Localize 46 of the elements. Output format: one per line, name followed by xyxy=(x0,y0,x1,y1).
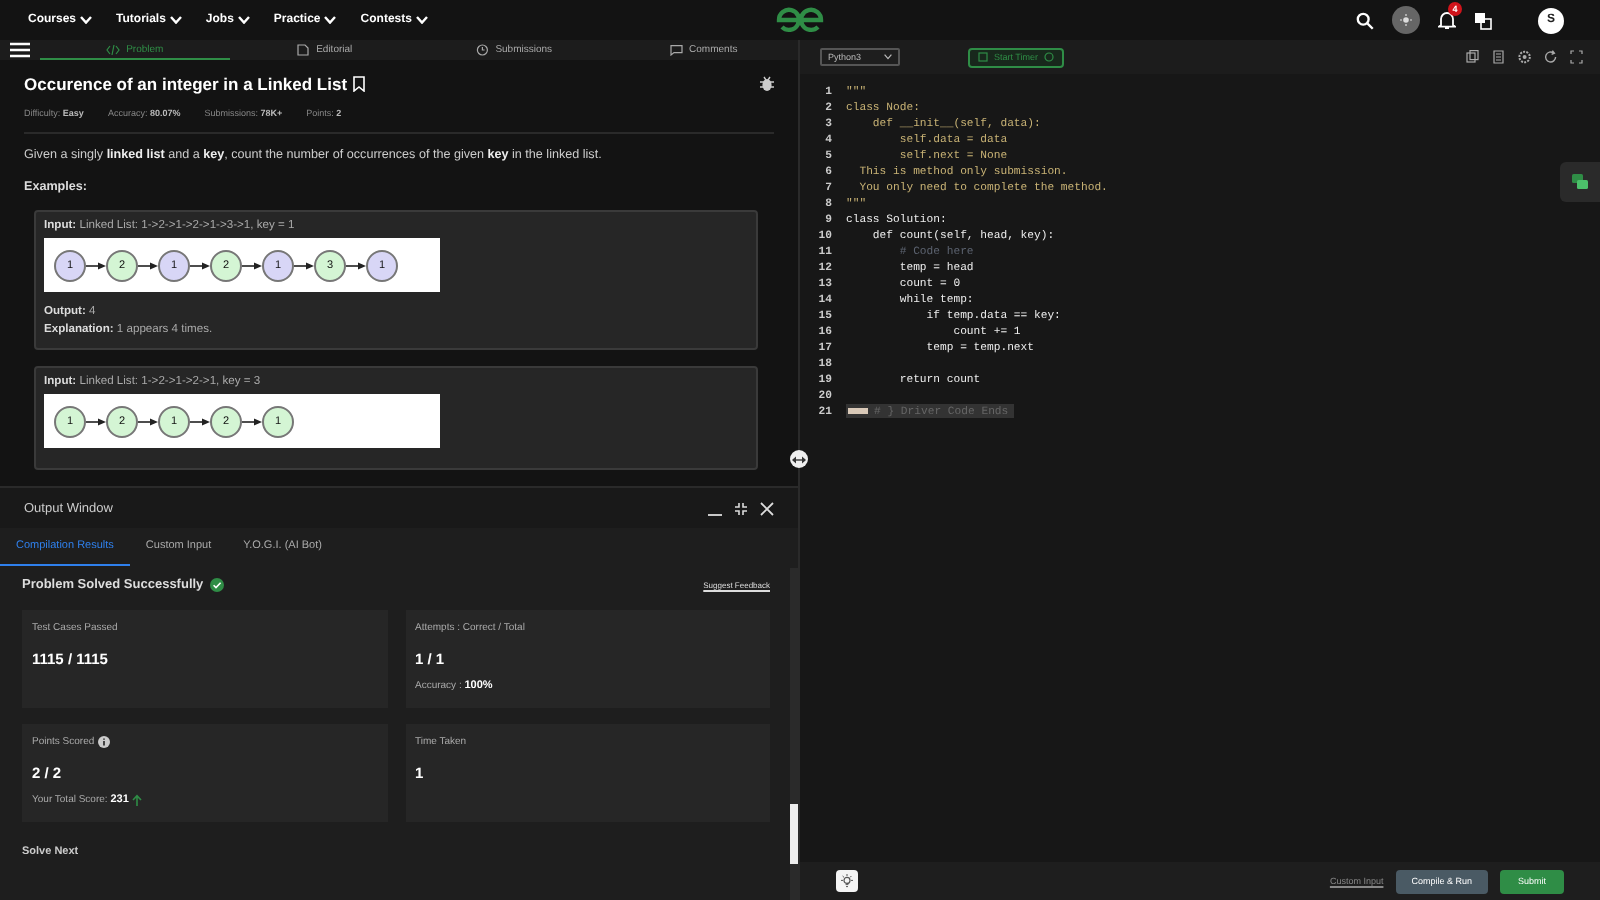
arrow-up-icon xyxy=(132,794,143,806)
arrow-icon xyxy=(242,417,262,425)
chevron-down-icon xyxy=(884,54,892,60)
arrow-icon xyxy=(294,261,314,269)
settings-icon[interactable] xyxy=(1518,50,1532,64)
clock-icon xyxy=(1044,52,1055,62)
chevron-down-icon xyxy=(415,16,428,24)
menu-icon[interactable] xyxy=(10,42,30,58)
code-icon xyxy=(106,43,121,55)
copy-icon[interactable] xyxy=(1466,50,1480,64)
close-icon[interactable] xyxy=(760,501,774,515)
refresh-icon[interactable] xyxy=(1544,50,1558,64)
chevron-down-icon xyxy=(237,16,250,24)
hint-button[interactable] xyxy=(836,870,858,892)
document-icon[interactable] xyxy=(1492,50,1506,64)
arrow-icon xyxy=(190,261,210,269)
check-circle-icon xyxy=(209,578,224,592)
arrow-icon xyxy=(346,261,366,269)
speech-bubble-icon xyxy=(669,43,684,55)
info-icon[interactable] xyxy=(98,736,111,748)
arrow-icon xyxy=(138,261,158,269)
chevron-down-icon xyxy=(80,16,93,24)
arrow-icon xyxy=(86,261,106,269)
lightbulb-icon xyxy=(840,874,854,888)
chevron-down-icon xyxy=(169,16,182,24)
bell-icon xyxy=(1438,10,1456,30)
fullscreen-icon[interactable] xyxy=(1570,50,1584,64)
clock-icon xyxy=(475,43,490,55)
chat-icon xyxy=(1572,174,1588,190)
expand-icon[interactable] xyxy=(734,501,748,515)
arrow-icon xyxy=(86,417,106,425)
problem-title: Occurence of an integer in a Linked List xyxy=(24,74,348,94)
sun-icon xyxy=(1400,14,1412,26)
arrow-icon xyxy=(190,417,210,425)
document-icon xyxy=(296,43,311,55)
arrow-icon xyxy=(138,417,158,425)
double-arrow-icon xyxy=(792,455,806,463)
chat-button[interactable] xyxy=(1560,162,1600,202)
search-icon[interactable] xyxy=(1356,11,1374,29)
logo-icon[interactable] xyxy=(776,6,824,34)
theme-toggle[interactable] xyxy=(1392,6,1420,34)
arrow-icon xyxy=(242,261,262,269)
bookmark-icon[interactable] xyxy=(351,76,366,92)
scrollbar-thumb[interactable] xyxy=(790,804,798,864)
bug-icon[interactable] xyxy=(760,76,774,92)
chevron-down-icon xyxy=(324,16,337,24)
